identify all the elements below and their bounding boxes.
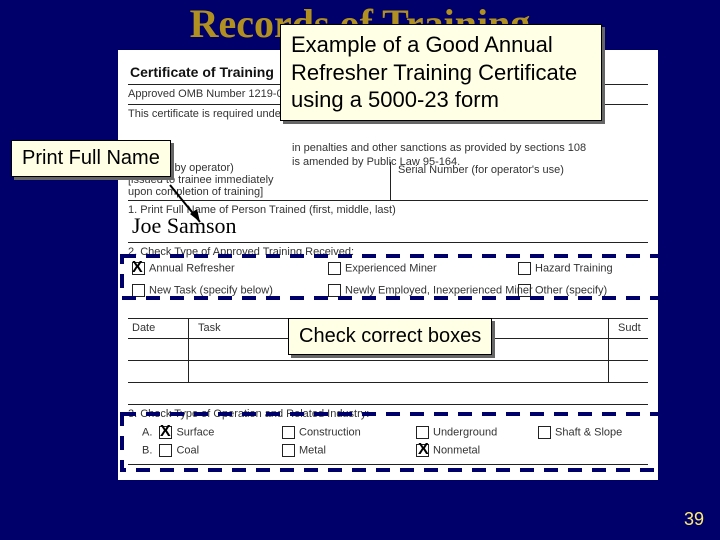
x-mark-nonmetal: X — [418, 441, 429, 459]
opt3-underground-label: Underground — [433, 426, 497, 438]
section-2-label: 2. Check Type of Approved Training Recei… — [128, 246, 354, 260]
opt-annual-label: Annual Refresher — [149, 262, 235, 274]
divider — [188, 318, 189, 382]
penalty-line-1: in penalties and other sanctions as prov… — [292, 142, 586, 156]
opt3-a: A. — [142, 426, 152, 438]
opt3-shaft: Shaft & Slope — [538, 426, 622, 440]
opt3-coal: Coal — [176, 444, 199, 456]
x-mark-surface: X — [160, 423, 171, 441]
divider — [608, 318, 609, 382]
divider — [128, 382, 648, 383]
page-number: 39 — [684, 509, 704, 530]
opt3-b: B. — [142, 444, 152, 456]
col-task: Task — [198, 322, 221, 336]
callout-intro-l1: Example of a Good Annual — [291, 31, 591, 59]
callout-check-boxes: Check correct boxes — [288, 318, 492, 355]
opt3-surface: Surface — [176, 426, 214, 438]
opt3-shaft-label: Shaft & Slope — [555, 426, 622, 438]
col-date: Date — [132, 322, 155, 336]
opt-newtask: New Task (specify below) — [132, 284, 273, 298]
opt-other-label: Other (specify) — [535, 284, 607, 296]
divider — [128, 404, 648, 405]
opt3-nonmetal-label: Nonmetal — [433, 444, 480, 456]
opt-experienced-label: Experienced Miner — [345, 262, 437, 274]
opt-hazard-label: Hazard Training — [535, 262, 613, 274]
opt-newtask-label: New Task (specify below) — [149, 284, 273, 296]
section-3-label: 3. Check Type of Operation and Related I… — [128, 408, 369, 422]
trainee-name-handwritten: Joe Samson — [132, 213, 237, 239]
opt3-row-b: B. Coal — [142, 444, 199, 458]
opt3-metal: Metal — [282, 444, 326, 458]
opt3-underground: Underground — [416, 426, 497, 440]
x-mark-annual: X — [132, 259, 143, 277]
opt3-construction: Construction — [282, 426, 361, 440]
callout-intro-l3: using a 5000-23 form — [291, 86, 591, 114]
callout-intro: Example of a Good Annual Refresher Train… — [280, 24, 602, 121]
opt-newemp: Newly Employed, Inexperienced Miner — [328, 284, 533, 298]
opt-other: Other (specify) — [518, 284, 607, 298]
serial-label: Serial Number (for operator's use) — [398, 164, 564, 178]
callout-print-name: Print Full Name — [11, 140, 171, 177]
opt-newemp-label: Newly Employed, Inexperienced Miner — [345, 284, 533, 296]
divider — [128, 200, 648, 201]
divider — [128, 464, 648, 465]
divider — [128, 360, 648, 361]
callout-intro-l2: Refresher Training Certificate — [291, 59, 591, 87]
opt3-row-a: A. Surface — [142, 426, 214, 440]
opt-hazard: Hazard Training — [518, 262, 613, 276]
form-heading: Certificate of Training — [130, 64, 274, 80]
divider — [128, 242, 648, 243]
opt-annual: Annual Refresher — [132, 262, 235, 276]
divider — [390, 162, 391, 200]
opt3-metal-label: Metal — [299, 444, 326, 456]
opt3-construction-label: Construction — [299, 426, 361, 438]
retain3: upon completion of training] — [128, 186, 263, 200]
col-sudt: Sudt — [618, 322, 641, 336]
opt-experienced: Experienced Miner — [328, 262, 437, 276]
